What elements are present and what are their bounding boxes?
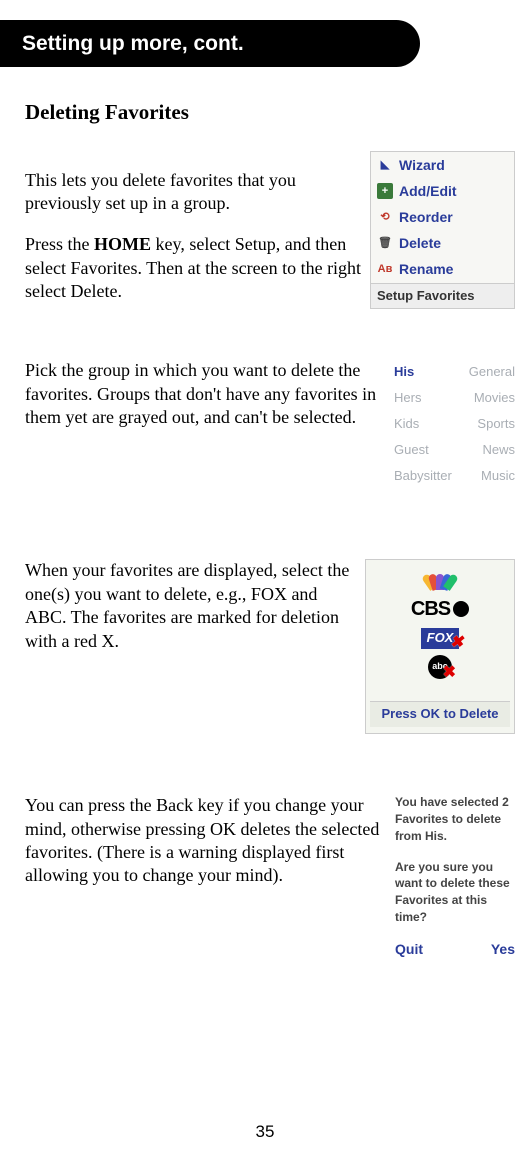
rename-icon: Aʙ (377, 261, 393, 277)
intro-paragraph: This lets you delete favorites that you … (25, 169, 362, 216)
press-ok-banner: Press OK to Delete (370, 701, 510, 727)
delete-icon: 🗑 (377, 235, 393, 251)
red-x-icon: ✖ (443, 663, 456, 684)
menu-item-addedit: + Add/Edit (371, 178, 514, 204)
pick-group-paragraph: Pick the group in which you want to dele… (25, 359, 382, 429)
menu-title: Setup Favorites (371, 283, 514, 309)
setup-favorites-menu-screenshot: ◣ Wizard + Add/Edit ⟲ Reorder 🗑 Delete A… (370, 151, 515, 310)
menu-item-rename: Aʙ Rename (371, 256, 514, 282)
yes-button-label: Yes (491, 940, 515, 960)
group-news: News (482, 437, 515, 463)
menu-label: Delete (399, 234, 441, 252)
instruction-paragraph-home: Press the HOME key, select Setup, and th… (25, 233, 362, 303)
confirm-dialog-screenshot: You have selected 2 Favorites to delete … (395, 794, 515, 959)
group-sports: Sports (477, 411, 515, 437)
group-hers: Hers (394, 385, 421, 411)
confirm-count-text: You have selected 2 Favorites to delete … (395, 794, 515, 844)
group-guest: Guest (394, 437, 429, 463)
select-favorites-paragraph: When your favorites are displayed, selec… (25, 559, 357, 653)
group-general: General (469, 359, 515, 385)
abc-logo-marked: abc✖ (428, 655, 452, 679)
fox-logo-marked: FOX✖ (421, 628, 460, 649)
wizard-icon: ◣ (377, 157, 393, 173)
red-x-icon: ✖ (450, 633, 463, 654)
group-music: Music (481, 463, 515, 489)
section-select-favorites: When your favorites are displayed, selec… (0, 559, 530, 734)
section-deleting-intro: This lets you delete favorites that you … (0, 151, 530, 310)
menu-item-delete: 🗑 Delete (371, 230, 514, 256)
group-kids: Kids (394, 411, 419, 437)
menu-item-wizard: ◣ Wizard (371, 152, 514, 178)
addedit-icon: + (377, 183, 393, 199)
menu-label: Add/Edit (399, 182, 457, 200)
section-pick-group: Pick the group in which you want to dele… (0, 359, 530, 489)
group-his: His (394, 359, 414, 385)
section-confirm: You can press the Back key if you change… (0, 794, 530, 959)
groups-list-screenshot: His General Hers Movies Kids Sports Guest Ne… (390, 359, 515, 489)
confirm-question-text: Are you sure you want to delete these Fa… (395, 859, 515, 926)
menu-label: Reorder (399, 208, 453, 226)
menu-label: Wizard (399, 156, 445, 174)
menu-label: Rename (399, 260, 453, 278)
group-movies: Movies (474, 385, 515, 411)
quit-button-label: Quit (395, 940, 423, 960)
para2-prefix: Press the (25, 234, 94, 254)
page-number: 35 (0, 1121, 530, 1143)
favorites-logos-screenshot: CBS FOX✖ abc✖ Press OK to Delete (365, 559, 515, 734)
nbc-logo (425, 566, 455, 590)
page-title: Deleting Favorites (25, 99, 530, 126)
group-babysitter: Babysitter (394, 463, 452, 489)
confirm-paragraph: You can press the Back key if you change… (25, 794, 387, 888)
reorder-icon: ⟲ (377, 209, 393, 225)
section-header-pill: Setting up more, cont. (0, 20, 420, 67)
menu-item-reorder: ⟲ Reorder (371, 204, 514, 230)
home-keyword: HOME (94, 234, 151, 254)
cbs-logo: CBS (411, 596, 469, 622)
